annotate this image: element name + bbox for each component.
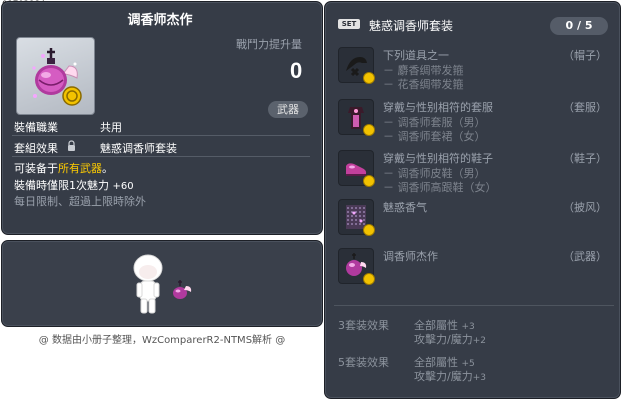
job-label: 裝備職業: [14, 121, 58, 134]
item-icon-frame: [16, 37, 95, 115]
job-value: 共用: [100, 121, 122, 134]
cape-icon: [338, 199, 375, 236]
divider: [334, 305, 614, 306]
set-name: 魅惑调香师套装: [369, 19, 454, 33]
highlight-text: 所有武器: [58, 162, 102, 175]
set-effect-value: 魅惑调香师套装: [100, 142, 177, 155]
charm-bonus: +60: [112, 181, 134, 192]
set-effect-label: 套組效果: [14, 142, 58, 155]
combat-power-label: 戰鬥力提升量: [236, 38, 302, 51]
set-badge: SET: [338, 19, 360, 29]
set-count-badge: 0 / 5: [550, 17, 608, 35]
lock-icon: [68, 140, 75, 151]
description-line-2: 裝備時僅限1次魅力 +60: [14, 179, 134, 192]
description-line-3: 每日限制、超過上限時除外: [14, 195, 146, 208]
perfume-bottle-icon: [32, 48, 82, 106]
divider: [12, 135, 310, 136]
weapon-type-badge: 武器: [268, 101, 308, 118]
perfume-icon: [338, 248, 375, 285]
set-bonus-stat: 攻擊力/魔力+3: [414, 370, 486, 383]
item-title: 调香师杰作: [127, 13, 193, 28]
set-bonus-tier-5: 5套装效果: [338, 356, 389, 369]
set-bonus-stat: 攻擊力/魔力+2: [414, 333, 486, 346]
overall-icon: [338, 99, 375, 136]
credit-text: @ 数据由小册子整理，WzComparerR2-NTMS解析 @: [38, 335, 286, 346]
divider: [12, 156, 310, 157]
set-bonus-tier-3: 3套装效果: [338, 319, 389, 332]
shoes-icon: [338, 150, 375, 187]
combat-power-value: 0: [290, 58, 303, 83]
headband-icon: [338, 47, 375, 84]
description-line-1: 可装备于所有武器。: [14, 162, 113, 175]
character-avatar-icon: [133, 254, 192, 314]
